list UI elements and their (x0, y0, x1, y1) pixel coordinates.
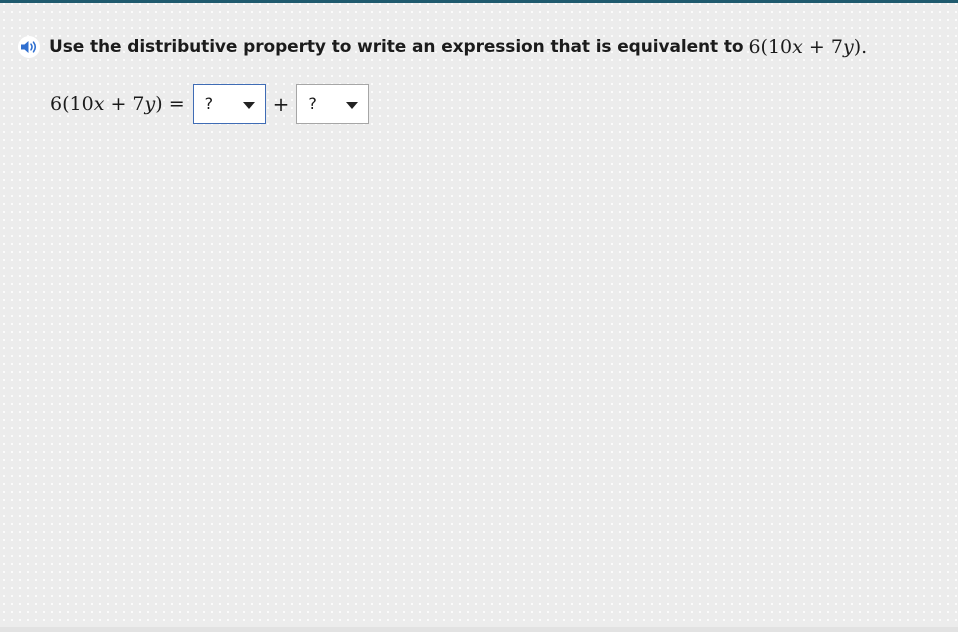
caret-down-icon (242, 102, 255, 109)
prompt-expression: 6(10x + 7y). (748, 36, 868, 58)
caret-down-icon (346, 102, 359, 109)
equation-lhs: 6(10x + 7y) = (50, 93, 185, 115)
speaker-icon[interactable] (18, 36, 40, 58)
plus-sign: + (272, 92, 290, 116)
answer-dropdown-2[interactable]: ? (296, 84, 370, 124)
equation-row: 6(10x + 7y) = ? + ? (50, 83, 370, 125)
bottom-band (0, 627, 958, 632)
question-prompt: Use the distributive property to write a… (18, 34, 867, 60)
prompt-text: Use the distributive property to write a… (49, 37, 744, 57)
dropdown-2-value: ? (308, 94, 317, 113)
dropdown-1-value: ? (204, 94, 214, 113)
top-accent-bar (0, 0, 958, 3)
answer-dropdown-1[interactable]: ? (192, 84, 266, 124)
